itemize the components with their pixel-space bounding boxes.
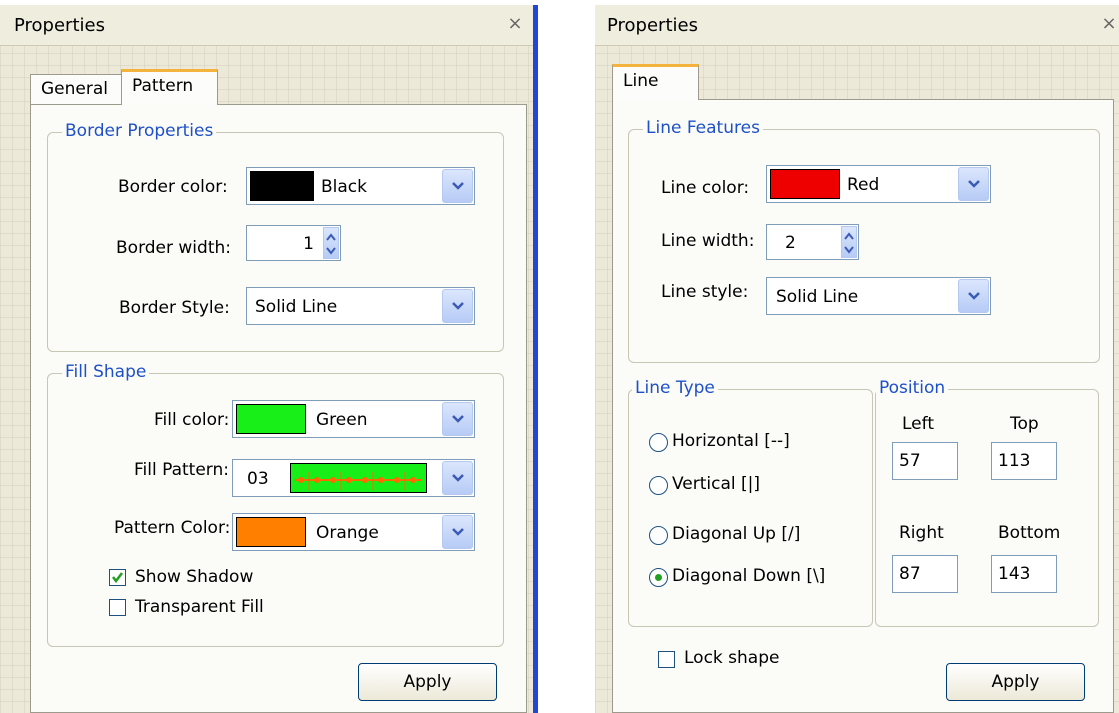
chevron-down-icon[interactable] — [442, 169, 473, 203]
titlebar: Properties × — [0, 5, 533, 46]
radio-horizontal[interactable] — [649, 433, 668, 452]
border-color-label: Border color: — [118, 177, 228, 197]
line-width-label: Line width: — [661, 231, 755, 251]
border-color-value: Black — [321, 177, 367, 197]
color-swatch — [770, 169, 840, 199]
fill-color-label: Fill color: — [154, 410, 230, 430]
position-right-input[interactable]: 87 — [892, 555, 958, 593]
chevron-down-icon[interactable] — [442, 289, 473, 323]
lock-shape-checkbox[interactable] — [658, 651, 675, 668]
radio-diagonal-down[interactable] — [649, 568, 668, 587]
transparent-fill-checkbox[interactable] — [109, 599, 126, 616]
chevron-down-icon[interactable] — [442, 402, 473, 436]
line-color-value: Red — [847, 175, 880, 195]
close-icon[interactable]: × — [505, 14, 525, 34]
pattern-preview-icon — [290, 463, 427, 493]
radio-diagonal-up-label: Diagonal Up [/] — [672, 524, 801, 544]
position-top-label: Top — [1010, 414, 1039, 434]
line-style-label: Line style: — [661, 282, 749, 302]
line-width-stepper[interactable]: 2 — [766, 224, 859, 260]
line-width-value: 2 — [785, 233, 796, 253]
properties-panel-line: Properties × Line Line Features Line col… — [595, 5, 1119, 713]
group-title: Line Type — [632, 378, 718, 398]
border-width-label: Border width: — [116, 238, 231, 258]
spinner-arrows-icon[interactable] — [841, 226, 857, 258]
fill-color-select[interactable]: Green — [232, 400, 475, 438]
fill-pattern-select[interactable]: 03 — [232, 459, 475, 497]
border-color-select[interactable]: Black — [246, 167, 475, 205]
chevron-down-icon[interactable] — [958, 167, 989, 201]
tab-line[interactable]: Line — [612, 64, 699, 100]
border-style-label: Border Style: — [119, 298, 230, 318]
border-style-value: Solid Line — [255, 297, 338, 317]
tab-general[interactable]: General — [30, 74, 122, 106]
radio-horizontal-label: Horizontal [--] — [672, 431, 790, 451]
show-shadow-label: Show Shadow — [135, 567, 254, 587]
chevron-down-icon[interactable] — [442, 515, 473, 549]
tab-content: Line Features Line color: Red Line width… — [612, 99, 1114, 713]
panel-title: Properties — [607, 15, 698, 36]
panel-title: Properties — [14, 15, 105, 36]
apply-button[interactable]: Apply — [946, 663, 1085, 701]
close-icon[interactable]: × — [1099, 14, 1119, 34]
titlebar: Properties × — [595, 5, 1119, 46]
border-width-value: 1 — [303, 234, 314, 254]
apply-button[interactable]: Apply — [358, 663, 497, 701]
position-top-input[interactable]: 113 — [991, 442, 1057, 480]
border-style-select[interactable]: Solid Line — [246, 287, 475, 325]
radio-diagonal-up[interactable] — [649, 526, 668, 545]
line-color-label: Line color: — [661, 178, 750, 198]
group-title: Fill Shape — [62, 362, 150, 382]
chevron-down-icon[interactable] — [958, 279, 989, 313]
fill-color-value: Green — [316, 410, 368, 430]
group-title: Border Properties — [62, 121, 217, 141]
pattern-color-select[interactable]: Orange — [232, 513, 475, 551]
radio-diagonal-down-label: Diagonal Down [\] — [672, 566, 826, 586]
color-swatch — [236, 404, 306, 434]
radio-vertical-label: Vertical [|] — [672, 474, 761, 494]
chevron-down-icon[interactable] — [442, 461, 473, 495]
transparent-fill-label: Transparent Fill — [135, 597, 264, 617]
fill-pattern-label: Fill Pattern: — [134, 460, 230, 480]
fill-pattern-value: 03 — [247, 469, 269, 489]
radio-vertical[interactable] — [649, 476, 668, 495]
position-right-label: Right — [899, 523, 944, 543]
line-style-select[interactable]: Solid Line — [766, 277, 991, 315]
spinner-arrows-icon[interactable] — [323, 227, 339, 259]
color-swatch — [250, 171, 314, 201]
lock-shape-label: Lock shape — [684, 648, 780, 668]
line-color-select[interactable]: Red — [766, 165, 991, 203]
color-swatch — [236, 517, 306, 547]
border-width-stepper[interactable]: 1 — [246, 225, 341, 261]
tab-content: Border Properties Border color: Black Bo… — [30, 104, 527, 713]
line-type-group: Line Type — [628, 378, 873, 627]
position-bottom-input[interactable]: 143 — [991, 555, 1057, 593]
position-left-input[interactable]: 57 — [892, 442, 958, 480]
position-left-label: Left — [902, 414, 934, 434]
position-bottom-label: Bottom — [998, 523, 1061, 543]
show-shadow-checkbox[interactable] — [109, 569, 126, 586]
group-title: Position — [876, 378, 949, 398]
pattern-color-label: Pattern Color: — [114, 518, 231, 538]
tab-pattern[interactable]: Pattern — [121, 69, 218, 105]
group-title: Line Features — [643, 118, 763, 138]
line-style-value: Solid Line — [776, 287, 859, 307]
properties-panel-pattern: Properties × General Pattern Border Prop… — [0, 5, 538, 713]
pattern-color-value: Orange — [316, 523, 379, 543]
